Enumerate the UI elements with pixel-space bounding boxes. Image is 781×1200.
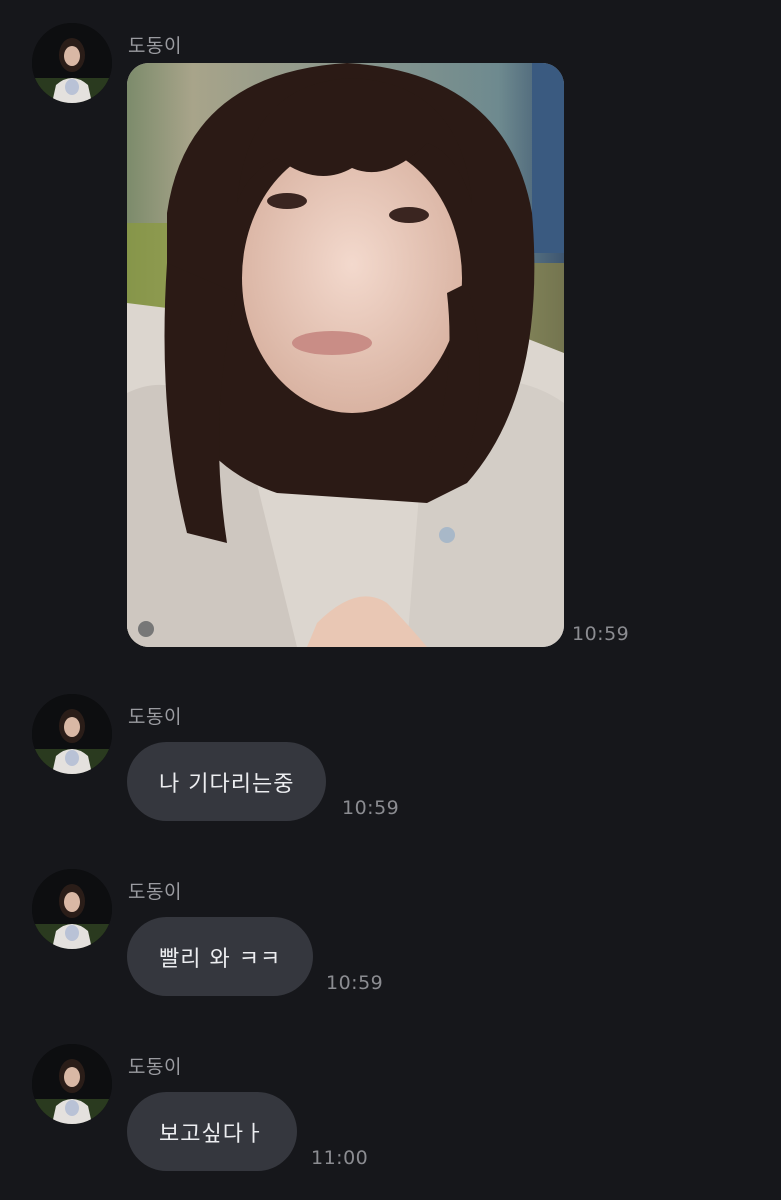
photo-message[interactable] [127, 63, 564, 647]
sender-avatar[interactable] [32, 1044, 112, 1124]
sender-avatar[interactable] [32, 694, 112, 774]
sender-avatar[interactable] [32, 23, 112, 103]
message-time: 11:00 [311, 1147, 369, 1169]
chat-thread: 도동이 10:59 도동이 나 기다리는중 10:59 도동이 빨리 와 ㅋㅋ … [0, 0, 781, 1200]
message-text: 나 기다리는중 [159, 771, 295, 797]
sender-avatar[interactable] [32, 869, 112, 949]
message-text: 보고싶다ㅏ [159, 1121, 266, 1147]
message-bubble[interactable]: 빨리 와 ㅋㅋ [127, 917, 314, 996]
sender-name: 도동이 [128, 881, 182, 903]
message-bubble[interactable]: 나 기다리는중 [127, 742, 327, 821]
sender-name: 도동이 [128, 1056, 182, 1078]
sender-name: 도동이 [128, 706, 182, 728]
selfie-photo-icon [127, 63, 564, 647]
message-text: 빨리 와 ㅋㅋ [159, 946, 282, 972]
message-time: 10:59 [572, 623, 630, 645]
sender-name: 도동이 [128, 35, 182, 57]
message-bubble[interactable]: 보고싶다ㅏ [127, 1092, 298, 1171]
message-time: 10:59 [342, 797, 400, 819]
message-time: 10:59 [326, 972, 384, 994]
